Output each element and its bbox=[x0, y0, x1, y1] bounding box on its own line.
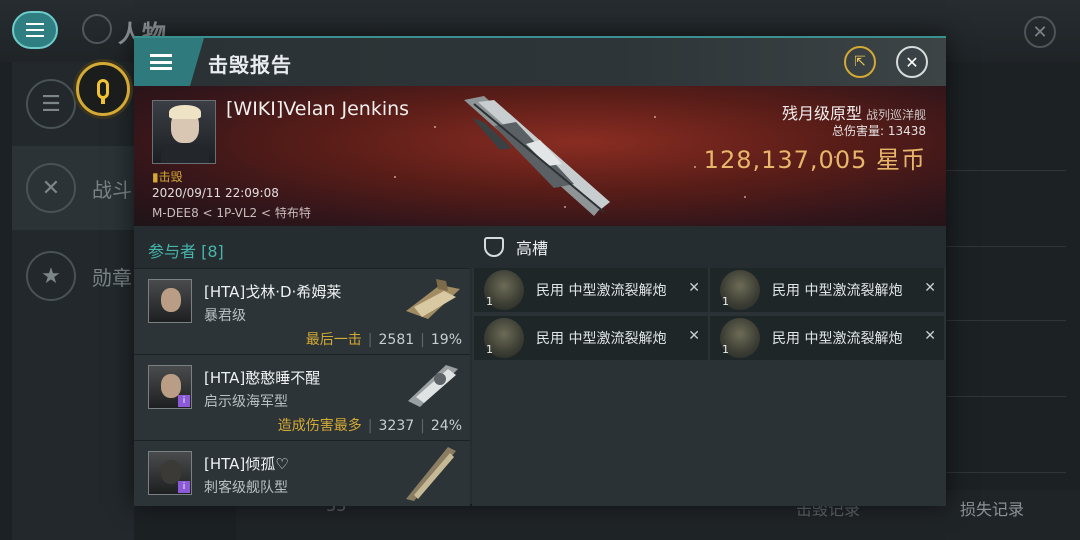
module-name: 民用 中型激流裂解炮 bbox=[536, 331, 667, 347]
participants-panel: 参与者 [8] [HTA]戈林·D·希姆莱 暴君级 最后一击 | 2581 | 19% … bbox=[134, 226, 470, 506]
dialog-menu-button[interactable] bbox=[134, 38, 204, 86]
participant-ship-image bbox=[406, 447, 456, 501]
participant-ship: 暴君级 bbox=[204, 308, 246, 324]
module-name: 民用 中型激流裂解炮 bbox=[536, 283, 667, 299]
participant-ship-image bbox=[408, 365, 458, 407]
menu-icon bbox=[150, 54, 172, 70]
participants-header: 参与者 [8] bbox=[134, 226, 470, 268]
crossed-swords-icon: ✕ bbox=[26, 163, 76, 213]
victim-banner: [WIKI]Velan Jenkins ▮击毁 2020/09/11 22:09… bbox=[134, 86, 946, 226]
isk-value: 128,137,005 星币 bbox=[703, 146, 926, 174]
sidebar-item-label: 战斗 bbox=[92, 177, 132, 202]
destroyed-mark-icon: ✕ bbox=[924, 328, 936, 344]
participant-ship: 刺客级舰队型 bbox=[204, 480, 288, 496]
share-icon: ⇱ bbox=[854, 54, 866, 70]
sidebar-item-combat[interactable]: ✕ 战斗 bbox=[12, 146, 134, 230]
voice-chat-button[interactable] bbox=[76, 62, 130, 116]
victim-portrait[interactable] bbox=[152, 100, 216, 164]
kill-status: ▮击毁 bbox=[152, 170, 183, 184]
star-hexagon-icon: ★ bbox=[26, 251, 76, 301]
laser-module-icon: 1 bbox=[720, 270, 760, 310]
menu-icon: ☰ bbox=[26, 79, 76, 129]
participant-name: [HTA]憨憨睡不醒 bbox=[204, 369, 321, 387]
status-marker-icon: ▮ bbox=[152, 170, 159, 184]
sidebar-item-label: 勋章 bbox=[92, 265, 132, 290]
module-item[interactable]: 1 民用 中型激流裂解炮 ✕ bbox=[474, 316, 708, 360]
module-name: 民用 中型激流裂解炮 bbox=[772, 331, 903, 347]
participant-stats: 造成伤害最多 | 3237 | 24% bbox=[277, 418, 462, 434]
participant-portrait bbox=[148, 279, 192, 323]
participant-row[interactable]: [HTA]戈林·D·希姆莱 暴君级 最后一击 | 2581 | 19% bbox=[134, 268, 470, 354]
destroyed-mark-icon: ✕ bbox=[924, 280, 936, 296]
participant-portrait: i bbox=[148, 451, 192, 495]
info-badge-icon: i bbox=[178, 481, 190, 493]
share-button[interactable]: ⇱ bbox=[844, 46, 876, 78]
microphone-icon bbox=[97, 79, 109, 104]
close-icon: ✕ bbox=[905, 52, 919, 72]
dialog-close-button[interactable]: ✕ bbox=[896, 46, 928, 78]
info-badge-icon: i bbox=[178, 395, 190, 407]
module-name: 民用 中型激流裂解炮 bbox=[772, 283, 903, 299]
module-item[interactable]: 1 民用 中型激流裂解炮 ✕ bbox=[474, 268, 708, 312]
victim-name[interactable]: [WIKI]Velan Jenkins bbox=[226, 98, 409, 120]
character-icon bbox=[82, 14, 112, 44]
background-sidebar: ☰ ✕ 战斗 ★ 勋章 bbox=[12, 62, 134, 540]
participant-ship-image bbox=[406, 279, 460, 319]
high-slot-icon bbox=[484, 237, 504, 257]
background-close-button[interactable]: ✕ bbox=[1024, 16, 1056, 48]
participant-row[interactable]: i [HTA]倾孤♡ 刺客级舰队型 bbox=[134, 440, 470, 506]
participant-name: [HTA]倾孤♡ bbox=[204, 455, 289, 473]
laser-module-icon: 1 bbox=[484, 270, 524, 310]
participant-ship: 启示级海军型 bbox=[204, 394, 288, 410]
loss-records-tab[interactable]: 损失记录 bbox=[960, 496, 1024, 520]
menu-icon bbox=[26, 23, 44, 37]
module-item[interactable]: 1 民用 中型激流裂解炮 ✕ bbox=[710, 268, 944, 312]
participant-portrait: i bbox=[148, 365, 192, 409]
total-damage: 总伤害量: 13438 bbox=[831, 124, 926, 138]
main-menu-button[interactable] bbox=[12, 11, 58, 49]
fittings-panel: 高槽 1 民用 中型激流裂解炮 ✕ 1 民用 中型激流裂解炮 ✕ 1 民用 中型… bbox=[472, 226, 946, 506]
destroyed-mark-icon: ✕ bbox=[688, 328, 700, 344]
victim-ship-class[interactable]: 残月级原型 战列巡洋舰 bbox=[782, 100, 926, 124]
close-icon: ✕ bbox=[1032, 21, 1048, 43]
dialog-title: 击毁报告 bbox=[208, 53, 292, 77]
participant-row[interactable]: i [HTA]憨憨睡不醒 启示级海军型 造成伤害最多 | 3237 | 24% bbox=[134, 354, 470, 440]
laser-module-icon: 1 bbox=[484, 318, 524, 358]
victim-ship-image[interactable] bbox=[454, 92, 624, 222]
participant-stats: 最后一击 | 2581 | 19% bbox=[305, 332, 462, 348]
participant-name: [HTA]戈林·D·希姆莱 bbox=[204, 283, 342, 301]
module-item[interactable]: 1 民用 中型激流裂解炮 ✕ bbox=[710, 316, 944, 360]
high-slot-header: 高槽 bbox=[472, 226, 946, 268]
destroyed-mark-icon: ✕ bbox=[688, 280, 700, 296]
kill-datetime: 2020/09/11 22:09:08 bbox=[152, 186, 279, 200]
laser-module-icon: 1 bbox=[720, 318, 760, 358]
dialog-header: 击毁报告 ⇱ ✕ bbox=[134, 38, 946, 86]
kill-report-dialog: 击毁报告 ⇱ ✕ [WIKI]Velan Jenkins ▮击毁 2020/09… bbox=[134, 36, 946, 506]
sidebar-item-medals[interactable]: ★ 勋章 bbox=[12, 234, 134, 318]
kill-location[interactable]: M-DEE8 < 1P-VL2 < 特布特 bbox=[152, 204, 311, 221]
